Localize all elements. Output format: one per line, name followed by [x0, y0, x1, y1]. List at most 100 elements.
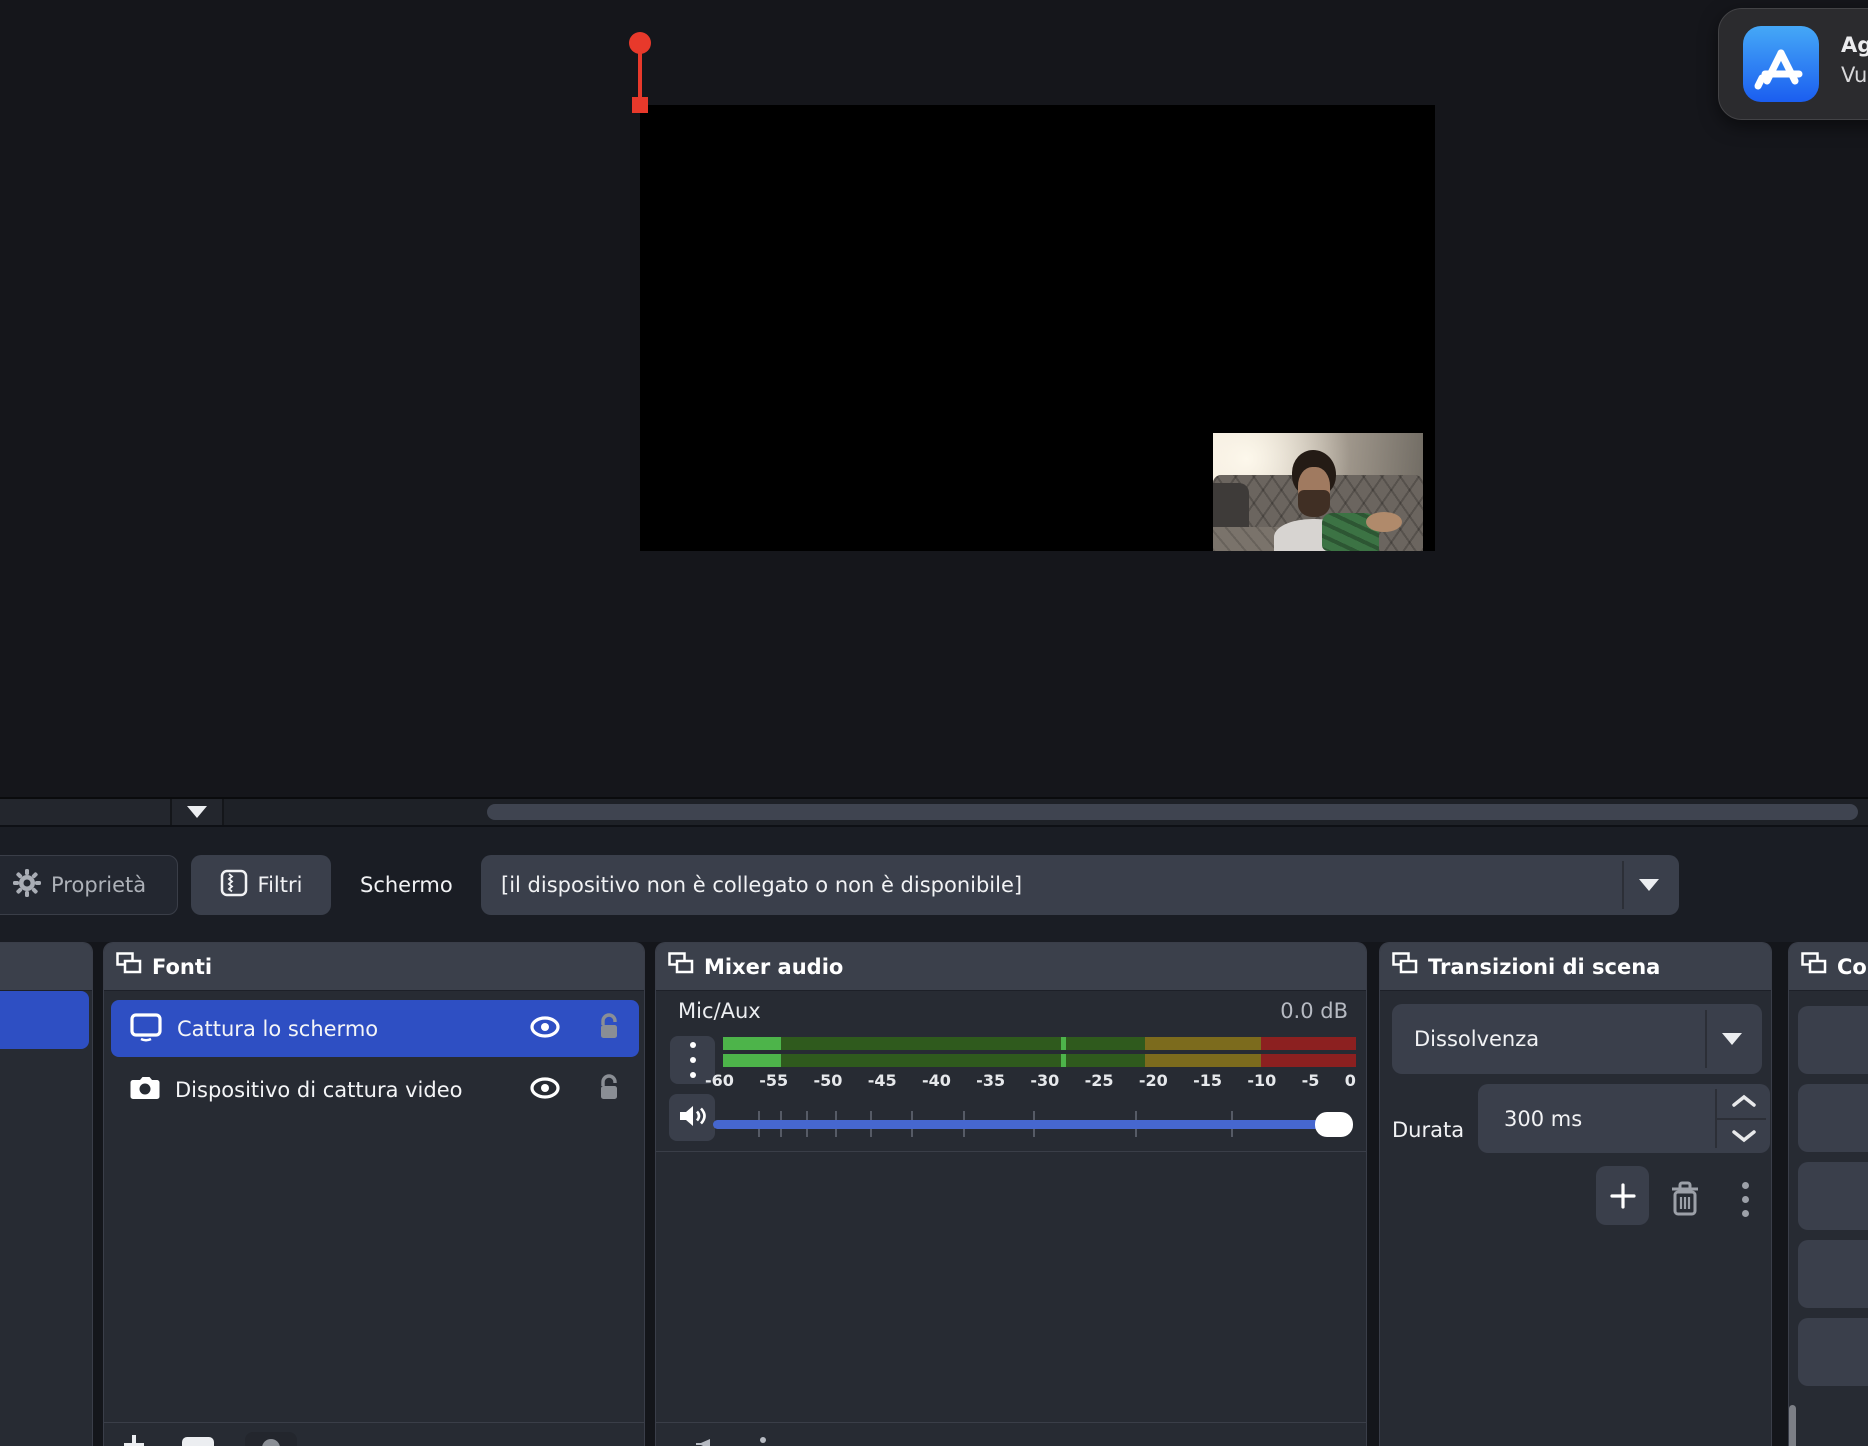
volume-slider-handle[interactable]: [1315, 1112, 1353, 1137]
channel-name: Mic/Aux: [678, 999, 761, 1023]
app-store-icon: [1743, 26, 1819, 102]
chevron-down-icon: [187, 806, 207, 818]
unlock-icon[interactable]: [597, 1013, 621, 1045]
mixer-divider: [656, 1151, 1366, 1152]
source-corner-handle[interactable]: [632, 97, 648, 113]
transitions-icon: [1392, 952, 1418, 981]
meter-tick-label: -30: [1030, 1071, 1059, 1093]
controls-button[interactable]: [1798, 1318, 1868, 1386]
sources-panel-title: Fonti: [152, 955, 212, 979]
webcam-person-beard: [1298, 490, 1330, 517]
preview-canvas: [640, 105, 1435, 551]
transitions-panel-title: Transizioni di scena: [1428, 955, 1660, 979]
meter-tick-label: -10: [1247, 1071, 1276, 1093]
meter-tick-label: 0: [1345, 1071, 1356, 1093]
channel-level-db: 0.0 dB: [1280, 999, 1348, 1023]
volume-meter-left: [723, 1037, 1356, 1050]
source-row-screen-capture[interactable]: Cattura lo schermo: [111, 1000, 639, 1057]
source-properties-button[interactable]: [245, 1432, 297, 1446]
kebab-icon[interactable]: [760, 1437, 766, 1446]
meter-tick-label: -20: [1139, 1071, 1168, 1093]
source-toolbar: Proprietà Filtri Schermo [il dispositivo…: [0, 827, 1868, 942]
device-select[interactable]: [il dispositivo non è collegato o non è …: [481, 855, 1679, 915]
preview-scroll-row: [0, 797, 1868, 827]
select-divider: [1705, 1010, 1707, 1068]
controls-panel-header: Con: [1789, 943, 1868, 991]
properties-button[interactable]: Proprietà: [0, 855, 178, 915]
filters-button[interactable]: Filtri: [191, 855, 331, 915]
sources-panel-footer: [104, 1422, 644, 1446]
source-row-video-capture[interactable]: Dispositivo di cattura video: [111, 1061, 639, 1118]
collapse-preview-button[interactable]: [172, 799, 224, 825]
speaker-icon: [677, 1102, 707, 1134]
controls-panel-title: Con: [1837, 955, 1868, 979]
display-icon: [129, 1012, 163, 1046]
bottom-dock: Fonti Cattura lo schermo: [0, 942, 1868, 1446]
sources-panel-header: Fonti: [104, 943, 644, 991]
scenes-panel: [0, 942, 93, 1446]
duration-decrement-button[interactable]: [1717, 1120, 1770, 1152]
kebab-icon: [690, 1042, 696, 1048]
unlock-icon[interactable]: [597, 1074, 621, 1106]
gear-icon: [13, 869, 41, 901]
transition-select[interactable]: Dissolvenza: [1392, 1004, 1762, 1074]
controls-button[interactable]: [1798, 1006, 1868, 1074]
duration-spinbox[interactable]: 300 ms: [1478, 1084, 1770, 1153]
meter-tick-label: -60: [705, 1071, 734, 1093]
webcam-person-hand: [1366, 512, 1402, 532]
eye-icon[interactable]: [529, 1077, 561, 1103]
remove-source-icon[interactable]: [182, 1437, 214, 1446]
controls-button[interactable]: [1798, 1240, 1868, 1308]
meter-tick-label: -25: [1085, 1071, 1114, 1093]
mixer-panel-title: Mixer audio: [704, 955, 843, 979]
volume-meter-right: [723, 1054, 1356, 1067]
kebab-icon: [1742, 1182, 1749, 1189]
macos-notification[interactable]: Ag Vu: [1718, 8, 1868, 120]
meter-scale: -60-55-50-45-40-35-30-25-20-15-10-50: [705, 1071, 1356, 1093]
transitions-panel: Transizioni di scena Dissolvenza Durata …: [1379, 942, 1772, 1446]
meter-tick-label: -35: [976, 1071, 1005, 1093]
gear-icon: [262, 1439, 280, 1446]
device-select-value: [il dispositivo non è collegato o non è …: [481, 873, 1022, 897]
source-name-label: Schermo: [360, 855, 453, 915]
mixer-icon: [668, 952, 694, 981]
transition-options-button[interactable]: [1737, 1177, 1753, 1221]
duration-value: 300 ms: [1504, 1107, 1582, 1131]
source-label: Cattura lo schermo: [177, 1017, 378, 1041]
meter-tick-label: -15: [1193, 1071, 1222, 1093]
meter-tick-label: -45: [868, 1071, 897, 1093]
transition-select-value: Dissolvenza: [1414, 1027, 1539, 1051]
meter-peak-indicator: [1061, 1037, 1066, 1050]
eye-icon[interactable]: [529, 1016, 561, 1042]
filter-icon: [220, 869, 248, 901]
sources-icon: [116, 952, 142, 981]
chevron-down-icon: [1722, 1033, 1742, 1045]
chevron-down-icon: [1639, 879, 1659, 891]
mute-button[interactable]: [669, 1094, 715, 1141]
meter-peak-indicator: [1061, 1054, 1066, 1067]
select-divider: [1622, 861, 1624, 909]
volume-slider[interactable]: [713, 1109, 1353, 1139]
source-rotate-line: [638, 53, 642, 98]
duration-label: Durata: [1392, 1095, 1464, 1164]
volume-slider-track: [713, 1120, 1337, 1129]
scene-item-selected[interactable]: [0, 991, 89, 1049]
remove-transition-button[interactable]: [1666, 1177, 1704, 1221]
meter-tick-label: -5: [1302, 1071, 1320, 1093]
duration-increment-button[interactable]: [1717, 1085, 1770, 1117]
panel-resize-handle[interactable]: [1789, 1405, 1796, 1446]
source-rotate-handle[interactable]: [629, 32, 651, 54]
obs-window: Ag Vu: [0, 0, 1868, 1446]
controls-button[interactable]: [1798, 1162, 1868, 1230]
controls-button[interactable]: [1798, 1084, 1868, 1152]
webcam-source[interactable]: [1213, 433, 1423, 551]
controls-panel: Con: [1788, 942, 1868, 1446]
controls-icon: [1801, 952, 1827, 981]
mixer-panel-header: Mixer audio: [656, 943, 1366, 991]
speaker-icon[interactable]: [696, 1439, 710, 1446]
add-transition-button[interactable]: [1596, 1166, 1649, 1225]
horizontal-scrollbar-thumb[interactable]: [487, 804, 1858, 820]
scenes-panel-header: [0, 943, 92, 991]
meter-tick-label: -55: [759, 1071, 788, 1093]
notification-body: Vu: [1841, 63, 1867, 87]
